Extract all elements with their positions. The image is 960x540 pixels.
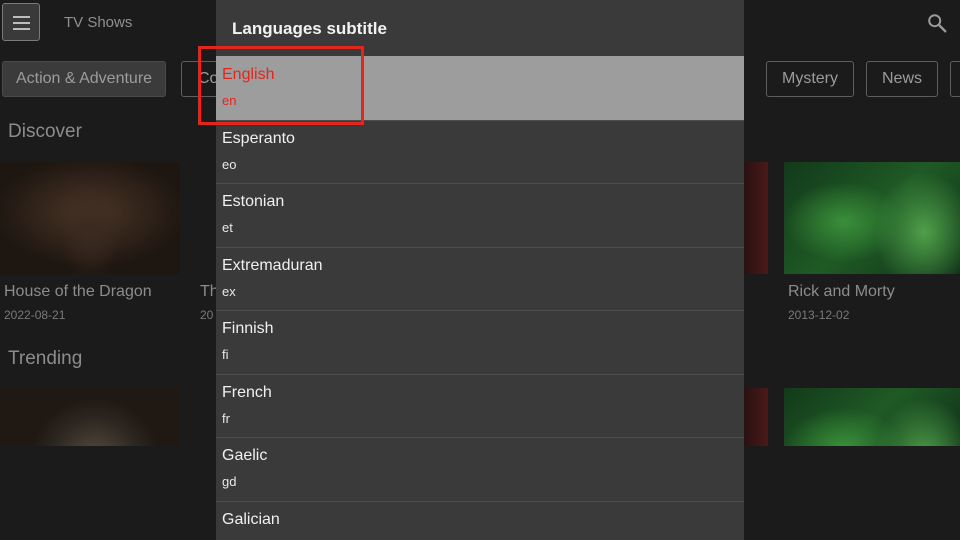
hamburger-icon[interactable] [2, 3, 40, 41]
search-icon[interactable] [926, 12, 948, 34]
language-name: Esperanto [222, 129, 295, 147]
show-title: Rick and Morty [788, 283, 895, 300]
language-item-estonian[interactable]: Estonian et [216, 183, 744, 247]
language-code: gd [222, 474, 237, 489]
language-code: fr [222, 410, 230, 426]
genre-chip-action-adventure[interactable]: Action & Adventure [2, 61, 166, 97]
genre-chip-news[interactable]: News [866, 61, 938, 97]
genre-chip-mystery[interactable]: Mystery [766, 61, 854, 97]
language-item-galician[interactable]: Galician gl [216, 500, 744, 540]
genre-chip-next[interactable] [950, 61, 960, 97]
language-item-esperanto[interactable]: Esperanto eo [216, 119, 744, 184]
section-title-discover: Discover [8, 121, 82, 142]
language-list: English en Esperanto eo Estonian et Extr… [216, 56, 744, 540]
page-title: TV Shows [64, 14, 133, 31]
language-code: eo [222, 156, 237, 172]
poster-trending-1[interactable] [0, 388, 180, 446]
poster-house-of-the-dragon[interactable] [0, 162, 180, 274]
language-item-french[interactable]: French fr [216, 373, 744, 438]
show-date: 2022-08-21 [4, 308, 66, 322]
language-code: ex [222, 283, 236, 299]
poster-rick-and-morty[interactable] [784, 162, 960, 274]
show-date: 2013-12-02 [788, 308, 850, 322]
language-name: Finnish [222, 320, 274, 337]
show-date-partial: 20 [200, 308, 214, 322]
language-name: Galician [222, 510, 280, 528]
language-name: Estonian [222, 193, 285, 210]
language-name: Extremaduran [222, 256, 323, 274]
language-code: et [222, 220, 233, 235]
language-item-extremaduran[interactable]: Extremaduran ex [216, 246, 744, 311]
show-title: House of the Dragon [4, 283, 152, 300]
language-name: Gaelic [222, 447, 268, 464]
poster-partial[interactable] [744, 162, 768, 274]
poster-trending-rick[interactable] [784, 388, 960, 446]
section-title-trending: Trending [8, 348, 83, 369]
language-item-gaelic[interactable]: Gaelic gd [216, 437, 744, 501]
poster-trending-partial[interactable] [744, 388, 768, 446]
language-code: fi [222, 347, 229, 362]
language-name: French [222, 383, 272, 401]
language-item-finnish[interactable]: Finnish fi [216, 310, 744, 374]
selection-highlight-box [198, 46, 364, 125]
dialog-title: Languages subtitle [232, 19, 387, 38]
